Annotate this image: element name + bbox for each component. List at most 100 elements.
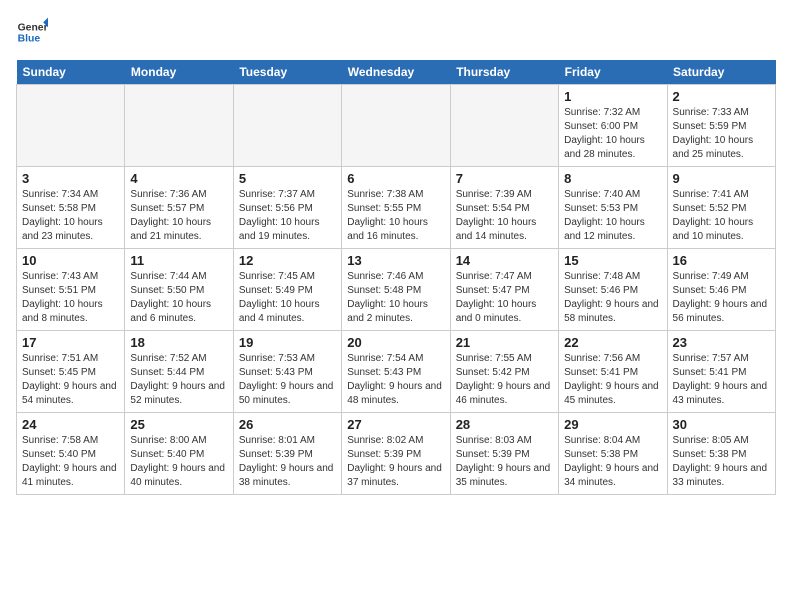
day-number: 26: [239, 417, 336, 432]
calendar-cell: 18 Sunrise: 7:52 AM Sunset: 5:44 PM Dayli…: [125, 331, 233, 413]
calendar-cell: 13 Sunrise: 7:46 AM Sunset: 5:48 PM Dayli…: [342, 249, 450, 331]
day-number: 15: [564, 253, 661, 268]
calendar-cell: 6Sunrise: 7:38 AM Sunset: 5:55 PM Daylig…: [342, 167, 450, 249]
day-number: 22: [564, 335, 661, 350]
calendar-cell: 8 Sunrise: 7:40 AM Sunset: 5:53 PM Daylig…: [559, 167, 667, 249]
day-number: 3: [22, 171, 119, 186]
calendar-cell: 15 Sunrise: 7:48 AM Sunset: 5:46 PM Dayli…: [559, 249, 667, 331]
svg-text:General: General: [18, 22, 48, 33]
calendar-cell: 19 Sunrise: 7:53 AM Sunset: 5:43 PM Dayli…: [233, 331, 341, 413]
calendar-cell: 20Sunrise: 7:54 AM Sunset: 5:43 PM Dayli…: [342, 331, 450, 413]
day-info: Sunrise: 7:48 AM Sunset: 5:46 PM Dayligh…: [564, 270, 661, 326]
weekday-header: Thursday: [450, 60, 558, 85]
day-info: Sunrise: 7:52 AM Sunset: 5:44 PM Dayligh…: [130, 352, 227, 408]
day-number: 29: [564, 417, 661, 432]
day-info: Sunrise: 7:45 AM Sunset: 5:49 PM Dayligh…: [239, 270, 336, 326]
day-info: Sunrise: 8:05 AM Sunset: 5:38 PM Dayligh…: [673, 434, 770, 490]
calendar-cell: 23 Sunrise: 7:57 AM Sunset: 5:41 PM Dayli…: [667, 331, 775, 413]
day-info: Sunrise: 7:58 AM Sunset: 5:40 PM Dayligh…: [22, 434, 119, 490]
calendar-cell: 7 Sunrise: 7:39 AM Sunset: 5:54 PM Daylig…: [450, 167, 558, 249]
calendar-cell: [342, 85, 450, 167]
day-info: Sunrise: 7:37 AM Sunset: 5:56 PM Dayligh…: [239, 188, 336, 244]
day-info: Sunrise: 7:40 AM Sunset: 5:53 PM Dayligh…: [564, 188, 661, 244]
day-info: Sunrise: 7:33 AM Sunset: 5:59 PM Dayligh…: [673, 106, 770, 162]
day-info: Sunrise: 7:41 AM Sunset: 5:52 PM Dayligh…: [673, 188, 770, 244]
day-info: Sunrise: 8:02 AM Sunset: 5:39 PM Dayligh…: [347, 434, 444, 490]
day-number: 17: [22, 335, 119, 350]
day-info: Sunrise: 7:36 AM Sunset: 5:57 PM Dayligh…: [130, 188, 227, 244]
calendar-cell: 14 Sunrise: 7:47 AM Sunset: 5:47 PM Dayli…: [450, 249, 558, 331]
calendar-cell: 4 Sunrise: 7:36 AM Sunset: 5:57 PM Daylig…: [125, 167, 233, 249]
calendar-cell: 17Sunrise: 7:51 AM Sunset: 5:45 PM Dayli…: [17, 331, 125, 413]
day-number: 6: [347, 171, 444, 186]
calendar-cell: 2 Sunrise: 7:33 AM Sunset: 5:59 PM Daylig…: [667, 85, 775, 167]
day-number: 9: [673, 171, 770, 186]
calendar-week-row: 1 Sunrise: 7:32 AM Sunset: 6:00 PM Daylig…: [17, 85, 776, 167]
day-info: Sunrise: 7:57 AM Sunset: 5:41 PM Dayligh…: [673, 352, 770, 408]
calendar-cell: 28 Sunrise: 8:03 AM Sunset: 5:39 PM Dayli…: [450, 413, 558, 495]
calendar-cell: 24 Sunrise: 7:58 AM Sunset: 5:40 PM Dayli…: [17, 413, 125, 495]
day-number: 18: [130, 335, 227, 350]
calendar-cell: 16 Sunrise: 7:49 AM Sunset: 5:46 PM Dayli…: [667, 249, 775, 331]
day-info: Sunrise: 7:46 AM Sunset: 5:48 PM Dayligh…: [347, 270, 444, 326]
day-number: 23: [673, 335, 770, 350]
day-number: 2: [673, 89, 770, 104]
calendar-week-row: 17Sunrise: 7:51 AM Sunset: 5:45 PM Dayli…: [17, 331, 776, 413]
calendar-cell: 25 Sunrise: 8:00 AM Sunset: 5:40 PM Dayli…: [125, 413, 233, 495]
svg-text:Blue: Blue: [18, 34, 41, 45]
calendar-cell: 22 Sunrise: 7:56 AM Sunset: 5:41 PM Dayli…: [559, 331, 667, 413]
calendar-cell: 12Sunrise: 7:45 AM Sunset: 5:49 PM Dayli…: [233, 249, 341, 331]
calendar-cell: [450, 85, 558, 167]
day-number: 24: [22, 417, 119, 432]
day-info: Sunrise: 8:04 AM Sunset: 5:38 PM Dayligh…: [564, 434, 661, 490]
day-info: Sunrise: 7:54 AM Sunset: 5:43 PM Dayligh…: [347, 352, 444, 408]
day-info: Sunrise: 8:01 AM Sunset: 5:39 PM Dayligh…: [239, 434, 336, 490]
logo: General Blue: [16, 16, 48, 48]
logo-icon: General Blue: [16, 16, 48, 48]
calendar-week-row: 3Sunrise: 7:34 AM Sunset: 5:58 PM Daylig…: [17, 167, 776, 249]
day-info: Sunrise: 8:03 AM Sunset: 5:39 PM Dayligh…: [456, 434, 553, 490]
day-info: Sunrise: 7:32 AM Sunset: 6:00 PM Dayligh…: [564, 106, 661, 162]
calendar-header-row: SundayMondayTuesdayWednesdayThursdayFrid…: [17, 60, 776, 85]
calendar-cell: [17, 85, 125, 167]
calendar-cell: 21Sunrise: 7:55 AM Sunset: 5:42 PM Dayli…: [450, 331, 558, 413]
day-info: Sunrise: 7:49 AM Sunset: 5:46 PM Dayligh…: [673, 270, 770, 326]
day-number: 30: [673, 417, 770, 432]
page-header: General Blue: [16, 16, 776, 48]
day-number: 13: [347, 253, 444, 268]
day-number: 1: [564, 89, 661, 104]
day-info: Sunrise: 8:00 AM Sunset: 5:40 PM Dayligh…: [130, 434, 227, 490]
day-number: 5: [239, 171, 336, 186]
day-number: 10: [22, 253, 119, 268]
day-number: 16: [673, 253, 770, 268]
day-info: Sunrise: 7:47 AM Sunset: 5:47 PM Dayligh…: [456, 270, 553, 326]
day-info: Sunrise: 7:39 AM Sunset: 5:54 PM Dayligh…: [456, 188, 553, 244]
calendar-cell: 27Sunrise: 8:02 AM Sunset: 5:39 PM Dayli…: [342, 413, 450, 495]
calendar-cell: 1 Sunrise: 7:32 AM Sunset: 6:00 PM Daylig…: [559, 85, 667, 167]
calendar-table: SundayMondayTuesdayWednesdayThursdayFrid…: [16, 60, 776, 495]
calendar-cell: 29 Sunrise: 8:04 AM Sunset: 5:38 PM Dayli…: [559, 413, 667, 495]
day-number: 7: [456, 171, 553, 186]
day-info: Sunrise: 7:56 AM Sunset: 5:41 PM Dayligh…: [564, 352, 661, 408]
calendar-cell: 26 Sunrise: 8:01 AM Sunset: 5:39 PM Dayli…: [233, 413, 341, 495]
weekday-header: Sunday: [17, 60, 125, 85]
day-info: Sunrise: 7:43 AM Sunset: 5:51 PM Dayligh…: [22, 270, 119, 326]
calendar-cell: 10 Sunrise: 7:43 AM Sunset: 5:51 PM Dayli…: [17, 249, 125, 331]
weekday-header: Friday: [559, 60, 667, 85]
calendar-week-row: 10 Sunrise: 7:43 AM Sunset: 5:51 PM Dayli…: [17, 249, 776, 331]
day-number: 28: [456, 417, 553, 432]
calendar-week-row: 24 Sunrise: 7:58 AM Sunset: 5:40 PM Dayli…: [17, 413, 776, 495]
weekday-header: Monday: [125, 60, 233, 85]
day-number: 25: [130, 417, 227, 432]
day-number: 19: [239, 335, 336, 350]
day-info: Sunrise: 7:53 AM Sunset: 5:43 PM Dayligh…: [239, 352, 336, 408]
day-number: 14: [456, 253, 553, 268]
weekday-header: Tuesday: [233, 60, 341, 85]
calendar-cell: [233, 85, 341, 167]
day-number: 8: [564, 171, 661, 186]
weekday-header: Wednesday: [342, 60, 450, 85]
day-number: 4: [130, 171, 227, 186]
day-info: Sunrise: 7:55 AM Sunset: 5:42 PM Dayligh…: [456, 352, 553, 408]
weekday-header: Saturday: [667, 60, 775, 85]
calendar-cell: 3Sunrise: 7:34 AM Sunset: 5:58 PM Daylig…: [17, 167, 125, 249]
